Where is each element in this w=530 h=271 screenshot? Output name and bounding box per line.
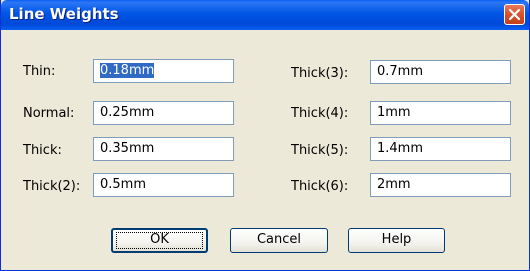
thick-6-field[interactable]: 2mm (370, 173, 511, 197)
ok-button[interactable]: OK (111, 228, 208, 253)
line-weights-dialog: Line Weights Thin: 0.18mm Normal: 0.25mm… (0, 0, 530, 271)
thick-5-field[interactable]: 1.4mm (370, 137, 511, 161)
label-thick: Thick: (23, 143, 62, 158)
label-thick-6: Thick(6): (291, 179, 349, 194)
label-thick-3: Thick(3): (291, 66, 349, 81)
label-thick-4: Thick(4): (291, 106, 349, 121)
thin-field[interactable]: 0.18mm (93, 59, 234, 83)
thick-2-field[interactable]: 0.5mm (93, 173, 234, 197)
label-thin: Thin: (23, 64, 56, 79)
label-thick-2: Thick(2): (23, 179, 81, 194)
thick-3-field[interactable]: 0.7mm (370, 60, 511, 84)
dialog-title: Line Weights (9, 5, 119, 23)
thin-field-value: 0.18mm (100, 63, 155, 78)
thick-field[interactable]: 0.35mm (93, 137, 234, 161)
cancel-button-label: Cancel (256, 232, 302, 247)
ok-button-label: OK (150, 232, 169, 247)
normal-field[interactable]: 0.25mm (93, 101, 234, 125)
help-button-label: Help (381, 232, 412, 247)
label-normal: Normal: (23, 106, 75, 121)
cancel-button[interactable]: Cancel (230, 228, 328, 253)
close-button[interactable] (504, 4, 525, 25)
label-thick-5: Thick(5): (291, 143, 349, 158)
help-button[interactable]: Help (348, 228, 445, 253)
close-icon (508, 8, 521, 21)
title-bar[interactable]: Line Weights (1, 0, 529, 30)
thick-4-field[interactable]: 1mm (370, 101, 511, 125)
